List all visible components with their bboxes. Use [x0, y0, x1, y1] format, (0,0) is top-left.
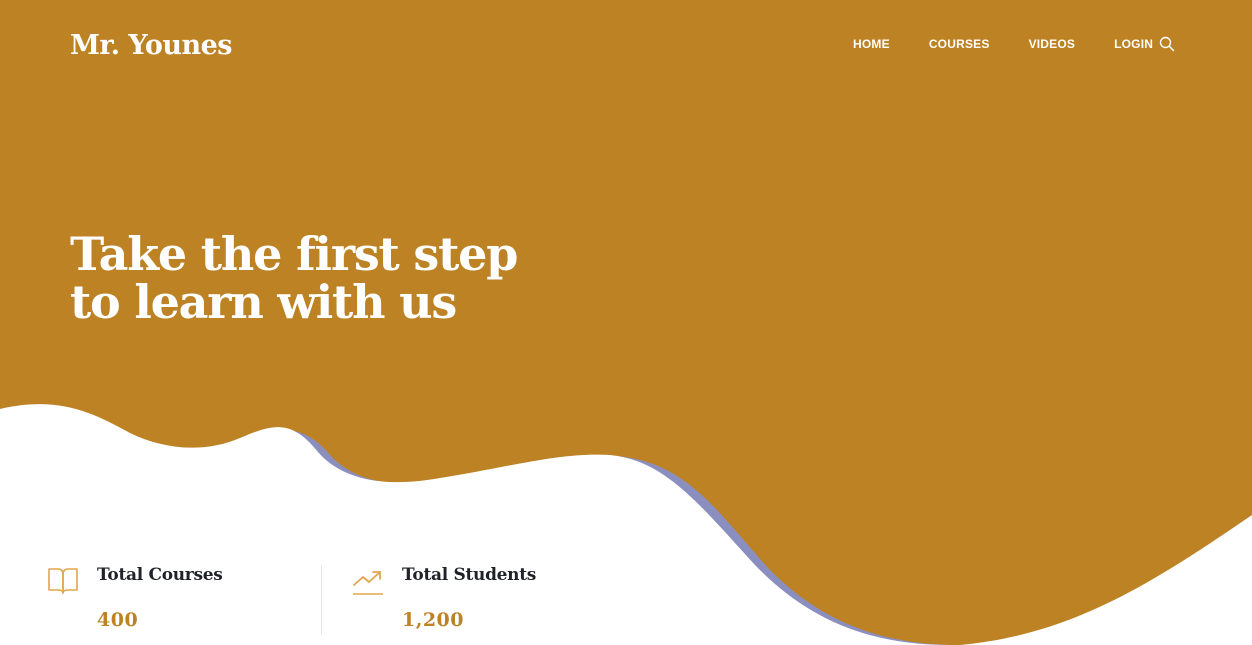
hero-headline: Take the first step to learn with us: [70, 227, 518, 329]
hero-headline-line-1: Take the first step: [70, 227, 518, 281]
stat-title: Total Courses: [97, 565, 223, 585]
hero-headline-line-2: to learn with us: [70, 275, 457, 329]
search-icon[interactable]: [1159, 36, 1175, 52]
book-open-icon: [48, 568, 78, 594]
stat-value: 1,200: [402, 609, 464, 631]
site-logo[interactable]: Mr. Younes: [70, 30, 233, 61]
nav-courses[interactable]: COURSES: [929, 37, 990, 51]
stat-divider: [321, 565, 322, 635]
nav-home[interactable]: HOME: [853, 37, 890, 51]
main-nav: HOME COURSES VIDEOS LOGIN: [853, 36, 1153, 52]
nav-login[interactable]: LOGIN: [1114, 37, 1153, 51]
trending-up-icon: [353, 571, 383, 595]
nav-videos[interactable]: VIDEOS: [1029, 37, 1076, 51]
stat-title: Total Students: [402, 565, 537, 585]
stat-value: 400: [97, 609, 139, 631]
